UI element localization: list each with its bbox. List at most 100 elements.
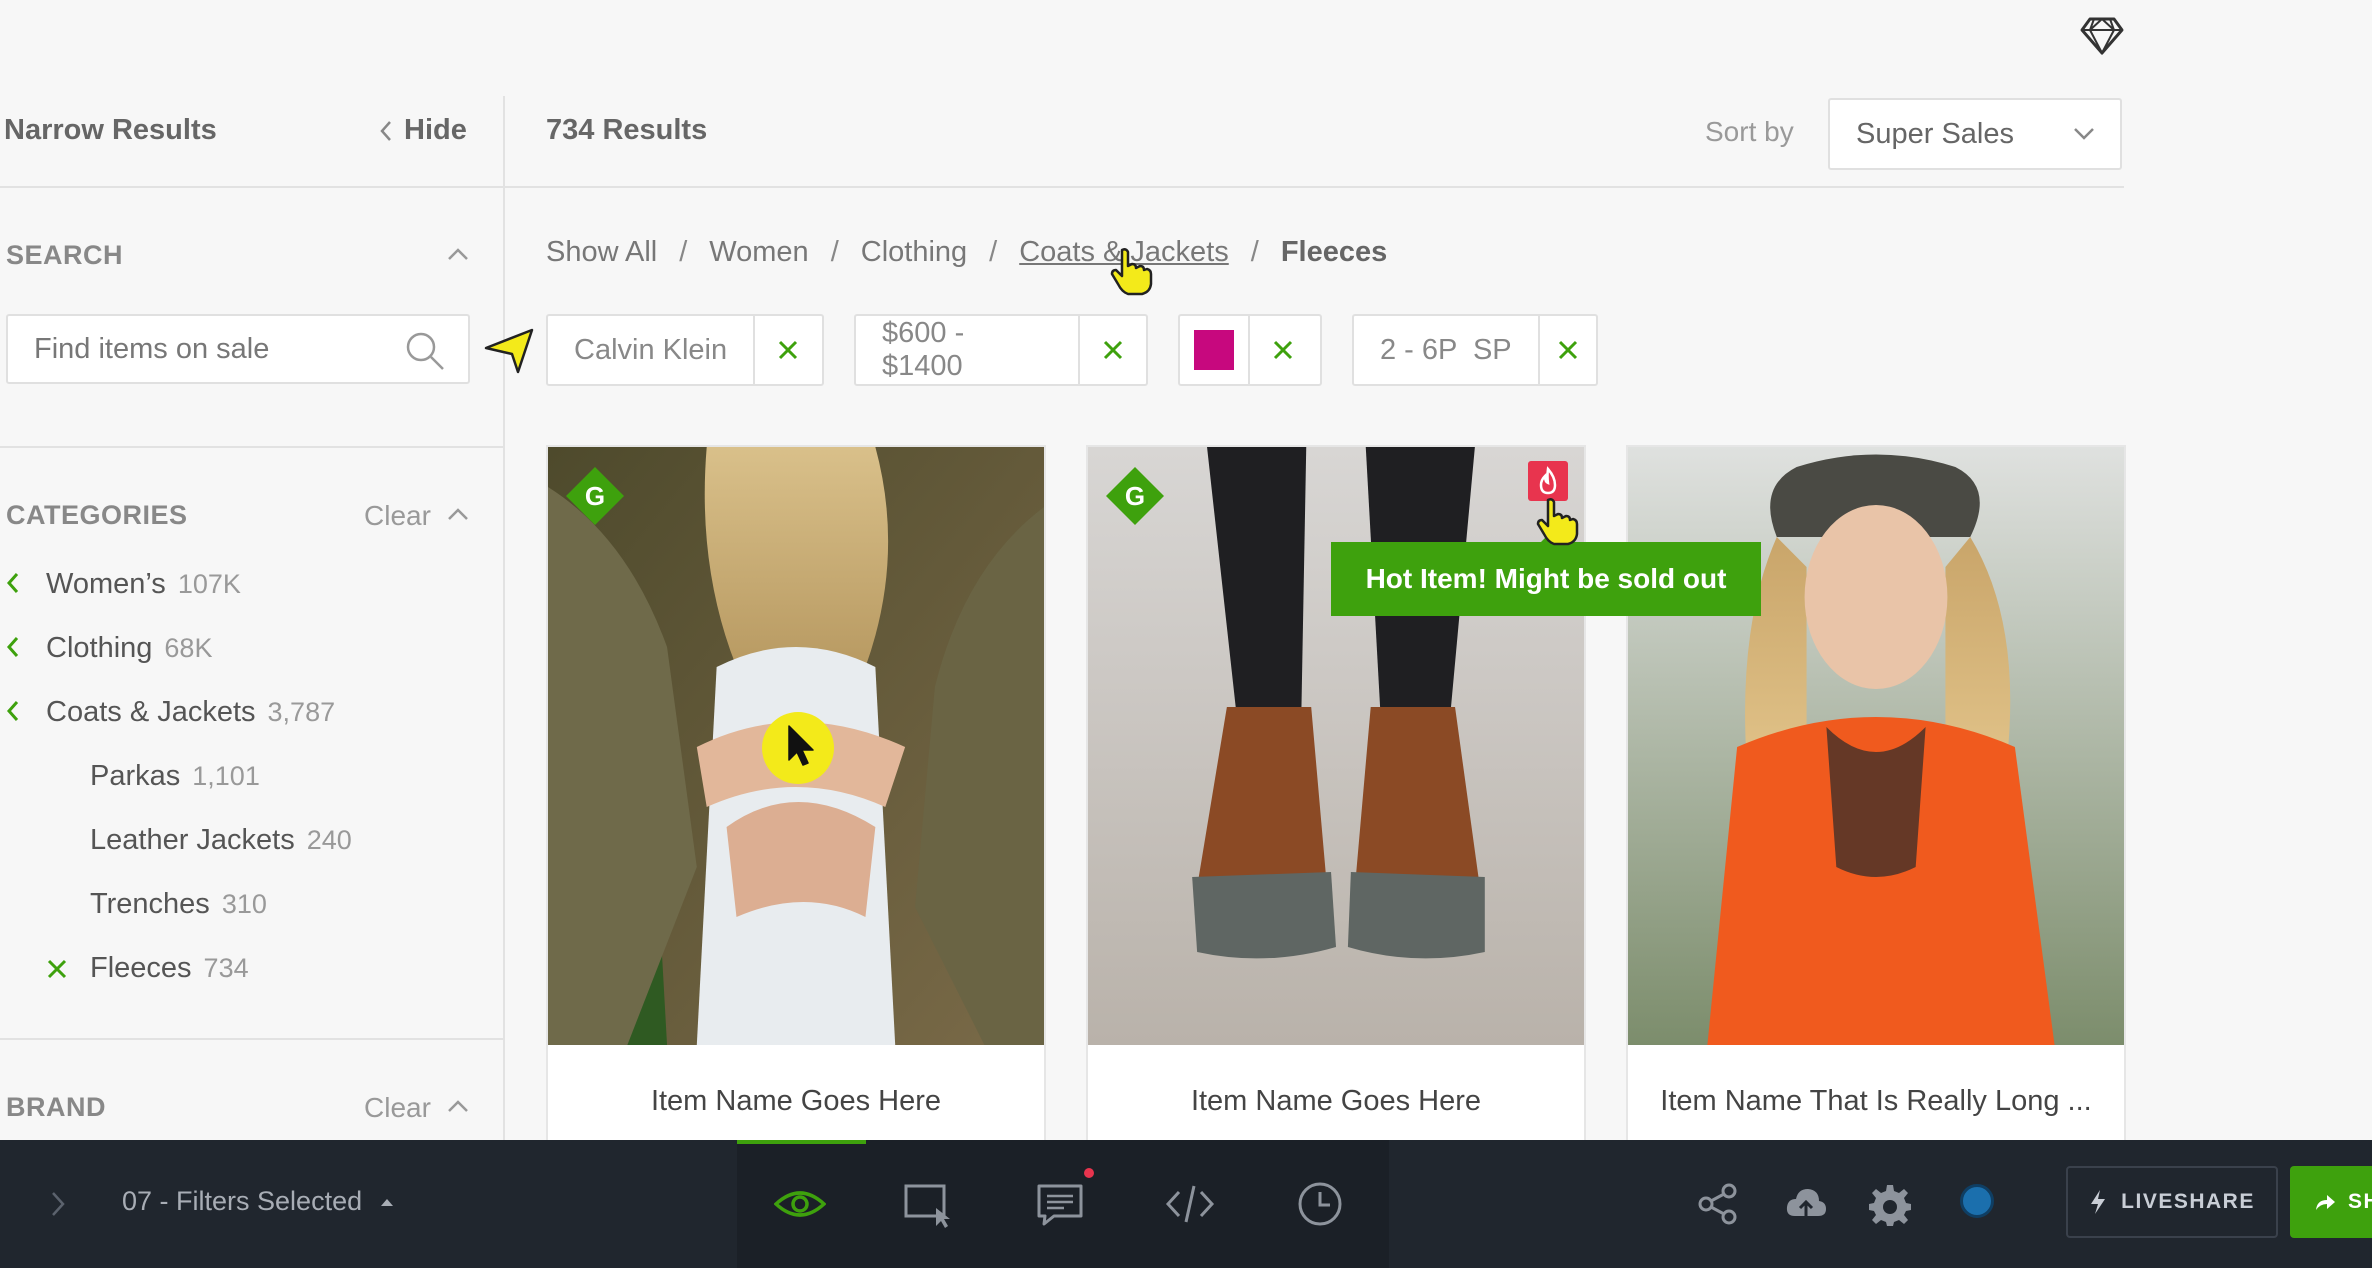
hide-sidebar-button[interactable]: Hide: [378, 114, 467, 147]
breadcrumb-fleeces: Fleeces: [1280, 236, 1388, 268]
share-button[interactable]: SHARE: [2290, 1166, 2372, 1238]
chevron-right-icon[interactable]: [50, 1190, 66, 1218]
product-card[interactable]: G Item Name Goes Here: [546, 445, 1046, 1145]
notification-dot: [1084, 1168, 1094, 1178]
g-badge-icon: G: [1106, 467, 1164, 525]
eye-icon[interactable]: [774, 1178, 826, 1230]
liveshare-button[interactable]: LIVESHARE: [2066, 1166, 2278, 1238]
category-item-parkas[interactable]: Parkas 1,101: [90, 760, 260, 793]
collapse-categories-icon[interactable]: [446, 506, 470, 522]
breadcrumb-separator: /: [679, 236, 688, 268]
category-label: Clothing: [46, 632, 153, 664]
close-icon[interactable]: [46, 958, 68, 980]
status-indicator[interactable]: [1960, 1184, 1994, 1218]
category-label: Trenches: [90, 888, 210, 920]
brand-section-title: BRAND: [6, 1092, 106, 1122]
history-icon[interactable]: [1294, 1178, 1346, 1230]
breadcrumb-separator: /: [1250, 236, 1259, 268]
breadcrumb-clothing[interactable]: Clothing: [861, 236, 967, 269]
filters-selected-label: 07 - Filters Selected: [122, 1186, 363, 1216]
hand-cursor-icon: [1110, 248, 1153, 296]
breadcrumb-separator: /: [830, 236, 839, 268]
bottom-toolbar: 07 - Filters Selected: [0, 1140, 2372, 1268]
g-badge-icon: G: [566, 467, 624, 525]
diamond-icon[interactable]: [2080, 16, 2124, 56]
chevron-left-icon: [6, 701, 19, 721]
code-icon[interactable]: [1164, 1178, 1216, 1230]
brand-clear-link[interactable]: Clear: [364, 1092, 431, 1124]
category-count: 107K: [177, 569, 241, 599]
product-name[interactable]: Item Name Goes Here: [1088, 1045, 1584, 1118]
category-label: Fleeces: [90, 952, 192, 984]
category-count: 240: [306, 825, 352, 855]
lightning-icon: [2091, 1190, 2106, 1214]
category-item-womens[interactable]: Women’s 107K: [46, 568, 241, 601]
search-input[interactable]: [34, 332, 394, 366]
chevron-down-icon: [2074, 128, 2094, 140]
category-label: Women’s: [46, 568, 166, 600]
category-label: Coats & Jackets: [46, 696, 256, 728]
hide-label: Hide: [404, 114, 467, 146]
search-divider: [0, 446, 503, 448]
remove-filter-button[interactable]: [1078, 316, 1146, 384]
search-section-title: SEARCH: [6, 240, 124, 270]
category-count: 3,787: [267, 697, 336, 727]
sort-value: Super Sales: [1856, 117, 2014, 150]
liveshare-label: LIVESHARE: [2121, 1190, 2255, 1213]
comment-icon[interactable]: [1034, 1178, 1086, 1230]
close-icon: [1558, 340, 1577, 360]
product-image[interactable]: [1628, 447, 2124, 1045]
product-name[interactable]: Item Name That Is Really Long ...: [1628, 1045, 2124, 1118]
search-icon[interactable]: [404, 330, 446, 372]
category-item-fleeces[interactable]: Fleeces 734: [90, 952, 249, 985]
header-divider: [0, 186, 2124, 188]
category-item-trenches[interactable]: Trenches 310: [90, 888, 267, 921]
hot-item-tooltip: Hot Item! Might be sold out: [1331, 528, 1761, 616]
categories-section-title: CATEGORIES: [6, 500, 188, 530]
remove-filter-button[interactable]: [753, 316, 821, 384]
filter-chip-color: [1178, 314, 1322, 386]
remove-filter-button[interactable]: [1537, 316, 1596, 384]
category-item-clothing[interactable]: Clothing 68K: [46, 632, 212, 665]
breadcrumb-women[interactable]: Women: [709, 236, 808, 269]
chevron-left-icon: [380, 120, 391, 141]
breadcrumb: Show All / Women / Clothing / Coats & Ja…: [546, 236, 1387, 269]
breadcrumb-show-all[interactable]: Show All: [546, 236, 657, 269]
product-name[interactable]: Item Name Goes Here: [548, 1045, 1044, 1118]
search-field[interactable]: [6, 314, 470, 384]
filter-chip-brand: Calvin Klein: [546, 314, 824, 386]
color-swatch: [1194, 330, 1234, 370]
category-count: 734: [203, 953, 249, 983]
category-count: 1,101: [192, 761, 260, 791]
close-icon: [779, 340, 798, 360]
navigation-arrow-icon: [484, 328, 534, 374]
remove-filter-button[interactable]: [1248, 316, 1316, 384]
filter-chip-size: 2 - 6P SP: [1352, 314, 1598, 386]
share-icon[interactable]: [1696, 1182, 1740, 1226]
screen-select-icon[interactable]: [902, 1178, 954, 1230]
categories-divider: [0, 1038, 503, 1040]
collapse-brand-icon[interactable]: [446, 1098, 470, 1114]
active-tool-indicator: [737, 1140, 866, 1144]
chevron-left-icon: [6, 573, 19, 593]
categories-clear-link[interactable]: Clear: [364, 500, 431, 532]
hand-cursor-icon: [1536, 498, 1579, 546]
gear-icon[interactable]: [1868, 1182, 1912, 1226]
collapse-search-icon[interactable]: [446, 246, 470, 262]
cloud-upload-icon[interactable]: [1784, 1182, 1828, 1226]
results-count: 734 Results: [546, 114, 708, 146]
filter-chip-label: Calvin Klein: [574, 333, 728, 366]
svg-text:G: G: [585, 481, 605, 511]
caret-up-icon: [381, 1198, 394, 1206]
chevron-left-icon: [6, 637, 19, 657]
product-image[interactable]: [1088, 447, 1584, 1045]
sidebar-divider: [503, 96, 505, 1140]
filter-chip-price: $600 - $1400: [854, 314, 1148, 386]
category-item-coats-jackets[interactable]: Coats & Jackets 3,787: [46, 696, 335, 729]
filters-selected-dropdown[interactable]: 07 - Filters Selected: [122, 1186, 394, 1217]
fire-icon[interactable]: [1528, 461, 1568, 501]
category-label: Leather Jackets: [90, 824, 295, 856]
category-item-leather-jackets[interactable]: Leather Jackets 240: [90, 824, 352, 857]
cursor-highlight: [762, 712, 834, 784]
sort-dropdown[interactable]: Super Sales: [1828, 98, 2122, 170]
